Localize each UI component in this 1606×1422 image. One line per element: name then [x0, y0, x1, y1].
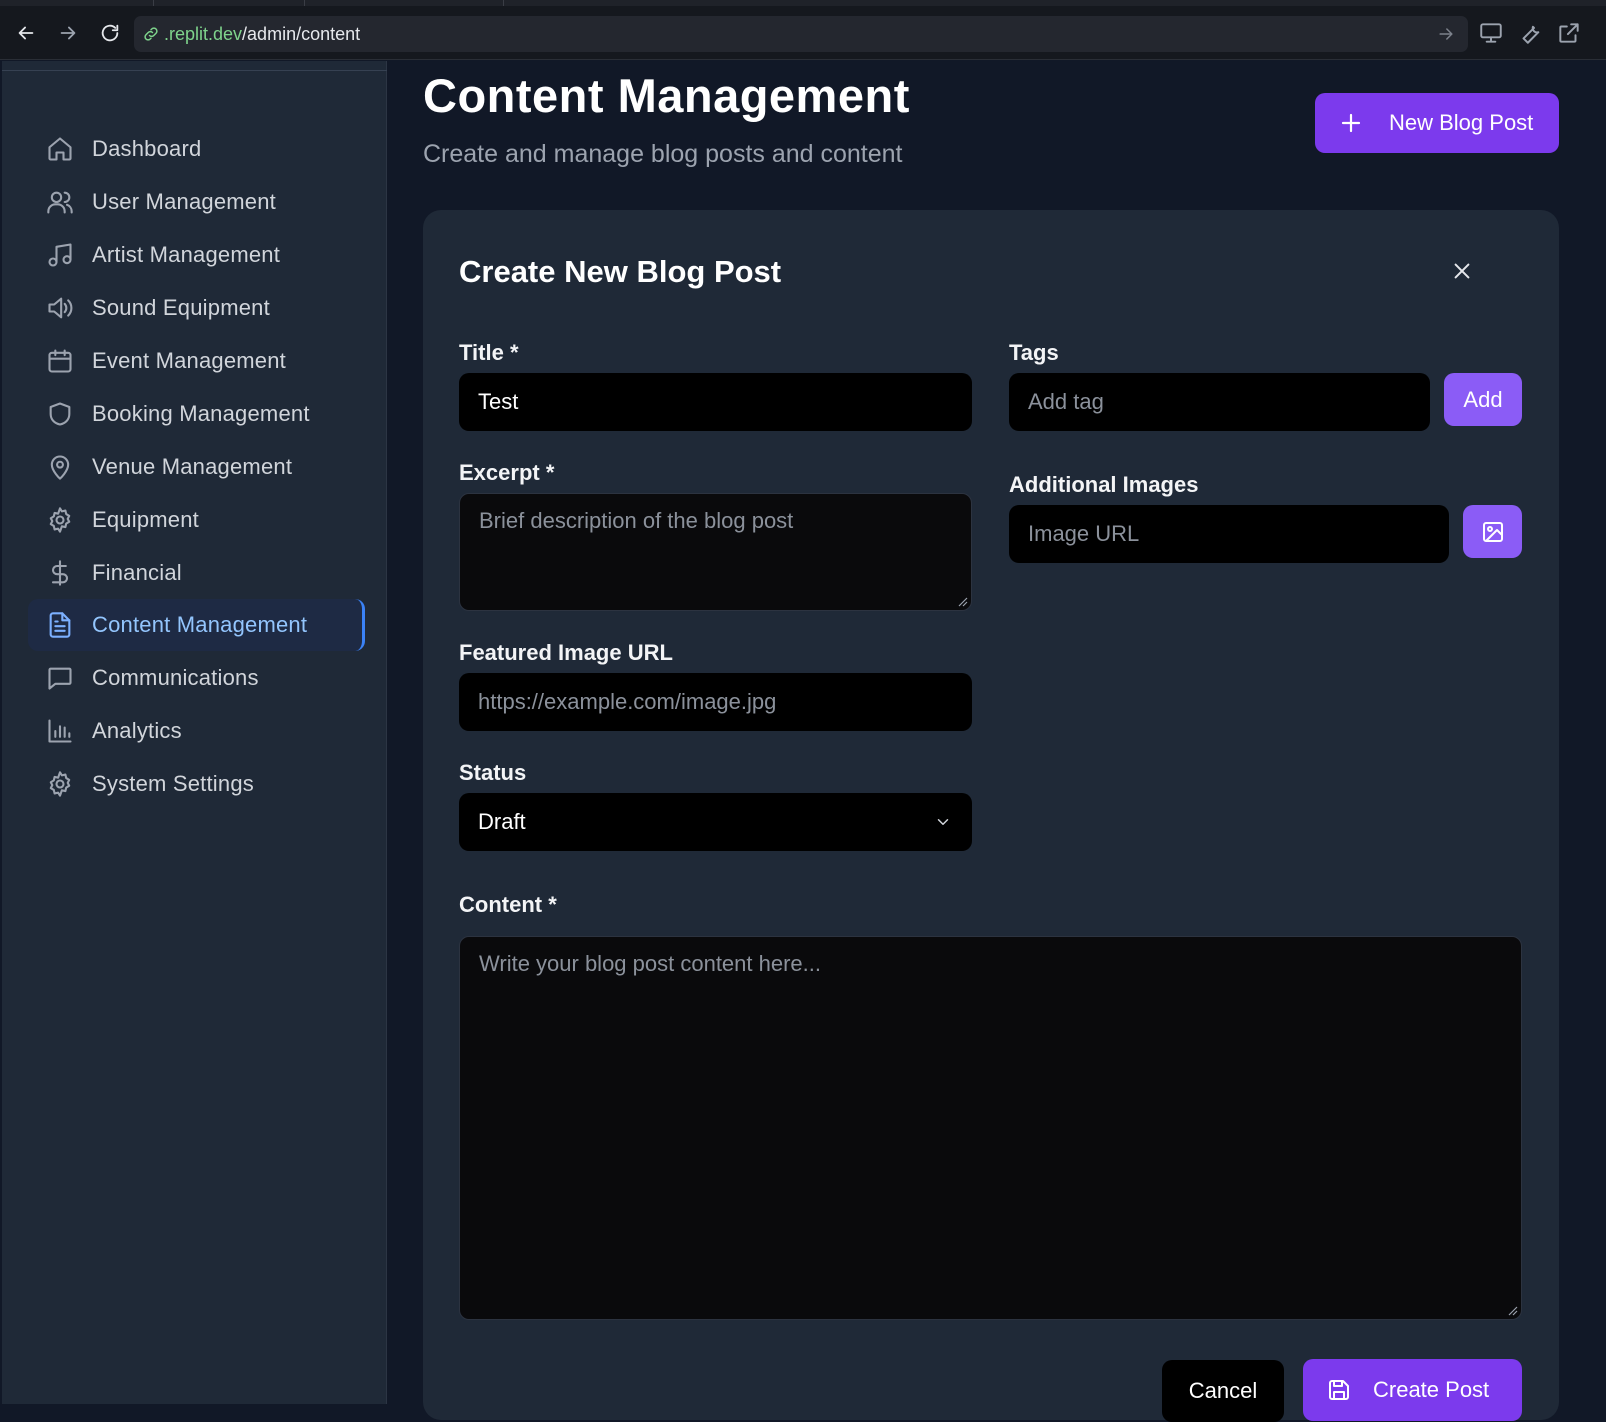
sidebar-item-analytics[interactable]: Analytics: [28, 705, 365, 757]
link-icon: [144, 27, 158, 41]
sidebar-item-system-settings[interactable]: System Settings: [28, 758, 365, 810]
gear-icon: [49, 771, 71, 797]
browser-toolbar: .replit.dev/admin/content: [0, 6, 1606, 60]
speaker-icon: [48, 297, 73, 319]
sidebar-item-label: Artist Management: [92, 242, 281, 267]
sidebar-item-label: Sound Equipment: [92, 295, 270, 320]
status-value: Draft: [478, 809, 526, 834]
music-icon: [48, 243, 72, 267]
resize-handle-icon[interactable]: [956, 595, 968, 607]
sidebar-item-label: Dashboard: [92, 136, 202, 161]
content-placeholder: Write your blog post content here...: [479, 951, 821, 976]
arrow-left-icon: [18, 26, 34, 40]
page-subtitle: Create and manage blog posts and content: [423, 140, 903, 168]
tags-label: Tags: [1009, 340, 1059, 365]
go-arrow-icon[interactable]: [1436, 24, 1456, 44]
url-domain: .replit.dev: [164, 23, 243, 44]
cancel-button[interactable]: Cancel: [1162, 1360, 1284, 1422]
tag-input[interactable]: Add tag: [1009, 373, 1430, 431]
calendar-icon: [48, 349, 72, 373]
create-post-label: Create Post: [1373, 1377, 1490, 1402]
sidebar-item-label: Content Management: [92, 612, 308, 637]
sidebar-item-sound-equipment[interactable]: Sound Equipment: [28, 282, 365, 334]
dollar-icon: [51, 560, 69, 586]
sidebar: Dashboard User Management Artist Managem…: [2, 61, 387, 1404]
new-blog-post-label: New Blog Post: [1389, 110, 1534, 135]
monitor-icon[interactable]: [1478, 20, 1504, 46]
image-icon: [1482, 521, 1503, 542]
sidebar-item-label: Equipment: [92, 507, 199, 532]
forward-button[interactable]: [53, 18, 83, 48]
external-link-icon[interactable]: [1556, 20, 1582, 46]
close-button[interactable]: [1447, 256, 1477, 286]
sidebar-item-venue-management[interactable]: Venue Management: [28, 441, 365, 493]
image-url-input[interactable]: Image URL: [1009, 505, 1449, 563]
wrench-icon[interactable]: [1517, 20, 1543, 46]
sidebar-item-label: Analytics: [92, 718, 182, 743]
sidebar-item-communications[interactable]: Communications: [28, 652, 365, 704]
excerpt-label: Excerpt *: [459, 460, 555, 485]
sidebar-item-dashboard[interactable]: Dashboard: [28, 123, 365, 175]
content-label: Content *: [459, 892, 557, 917]
page-title: Content Management: [423, 69, 910, 122]
status-label: Status: [459, 760, 527, 785]
chat-icon: [48, 667, 72, 690]
home-icon: [48, 137, 72, 161]
back-button[interactable]: [11, 18, 41, 48]
sidebar-item-label: User Management: [92, 189, 276, 214]
sidebar-item-booking-management[interactable]: Booking Management: [28, 388, 365, 440]
sidebar-item-label: Communications: [92, 665, 259, 690]
resize-handle-icon[interactable]: [1506, 1304, 1518, 1316]
card-title: Create New Blog Post: [459, 254, 782, 289]
featured-image-label: Featured Image URL: [459, 640, 673, 665]
title-input[interactable]: Test: [459, 373, 972, 431]
sidebar-item-user-management[interactable]: User Management: [28, 176, 365, 228]
chevron-down-icon: [937, 819, 949, 825]
sidebar-item-equipment[interactable]: Equipment: [28, 494, 365, 546]
excerpt-textarea[interactable]: Brief description of the blog post: [459, 493, 972, 611]
create-post-card: Create New Blog Post Title * Test Excerp…: [423, 210, 1559, 1422]
plus-icon: [1341, 113, 1361, 133]
title-label: Title *: [459, 340, 519, 365]
sidebar-item-artist-management[interactable]: Artist Management: [28, 229, 365, 281]
users-icon: [47, 191, 73, 214]
add-image-button[interactable]: [1463, 505, 1522, 558]
sidebar-item-financial[interactable]: Financial: [28, 547, 365, 599]
map-pin-icon: [50, 455, 70, 480]
sidebar-item-label: Event Management: [92, 348, 286, 373]
status-select[interactable]: Draft: [459, 793, 972, 851]
add-tag-button[interactable]: Add: [1444, 373, 1522, 426]
arrow-right-icon: [60, 26, 76, 40]
reload-icon: [101, 24, 119, 42]
document-icon: [49, 612, 71, 638]
create-post-button[interactable]: Create Post: [1303, 1359, 1522, 1421]
reload-button[interactable]: [95, 18, 125, 48]
sidebar-item-content-management[interactable]: Content Management: [28, 599, 365, 651]
content-textarea[interactable]: Write your blog post content here...: [459, 936, 1522, 1320]
sidebar-item-event-management[interactable]: Event Management: [28, 335, 365, 387]
bar-chart-icon: [48, 719, 72, 743]
featured-image-input[interactable]: https://example.com/image.jpg: [459, 673, 972, 731]
new-blog-post-button[interactable]: New Blog Post: [1315, 93, 1559, 153]
address-bar[interactable]: .replit.dev/admin/content: [134, 16, 1468, 52]
sidebar-item-label: System Settings: [92, 771, 254, 796]
excerpt-placeholder: Brief description of the blog post: [479, 508, 794, 533]
sidebar-item-label: Booking Management: [92, 401, 310, 426]
sidebar-divider: [2, 70, 387, 71]
gear-icon: [49, 507, 71, 533]
save-icon: [1329, 1380, 1349, 1400]
sidebar-item-label: Financial: [92, 560, 182, 585]
shield-icon: [49, 402, 71, 426]
sidebar-item-label: Venue Management: [92, 454, 293, 479]
close-icon: [1454, 263, 1470, 279]
url-path: /admin/content: [242, 23, 361, 44]
additional-images-label: Additional Images: [1009, 472, 1199, 497]
